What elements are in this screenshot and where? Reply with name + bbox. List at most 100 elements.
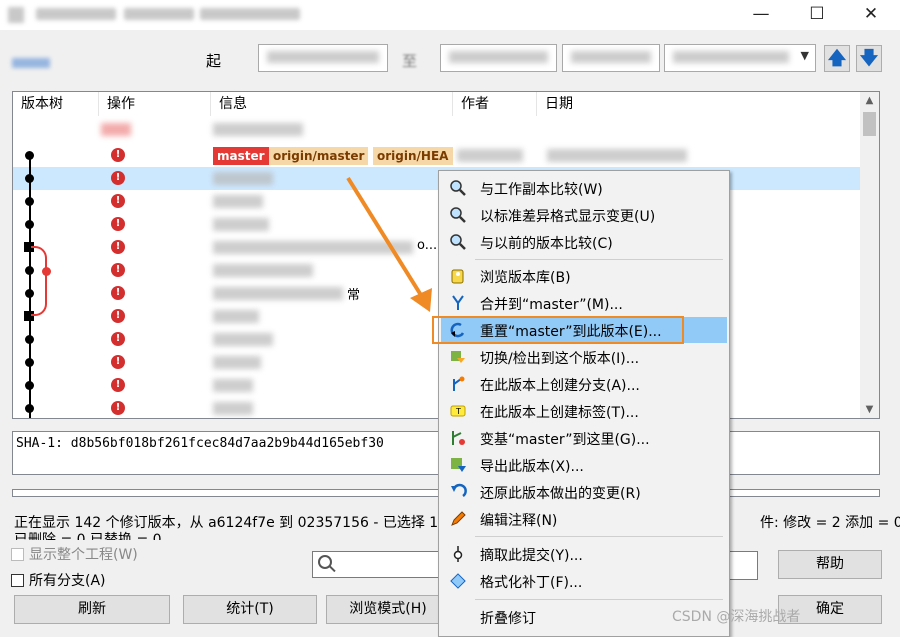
- graph-branch-node: [42, 267, 51, 276]
- context-menu: 与工作副本比较(W) 以标准差异格式显示变更(U) 与以前的版本比较(C) 浏览…: [438, 170, 730, 637]
- status-changes: 件: 修改 = 2 添加 = 0: [760, 515, 900, 531]
- column-date[interactable]: 日期: [537, 92, 861, 116]
- remote-head-tag: origin/HEA: [373, 147, 453, 165]
- column-author[interactable]: 作者: [453, 92, 537, 116]
- menu-item-compare-working-copy[interactable]: 与工作副本比较(W): [441, 175, 727, 201]
- chevron-down-icon: ▼: [800, 49, 809, 62]
- filter-label-blurred: [12, 58, 50, 68]
- svg-text:T: T: [455, 407, 461, 416]
- highlight-box: [432, 316, 684, 344]
- graph-node: [25, 197, 34, 206]
- graph-node: [25, 335, 34, 344]
- menu-item-edit-notes[interactable]: 编辑注释(N): [441, 506, 727, 532]
- to-label: 至: [402, 52, 418, 70]
- graph-node: [25, 381, 34, 390]
- menu-item-create-branch[interactable]: 在此版本上创建分支(A)...: [441, 371, 727, 397]
- graph-node: [25, 404, 34, 413]
- branch-tag: master: [213, 147, 269, 165]
- patch-icon: [450, 573, 466, 589]
- menu-item-merge[interactable]: 合并到“master”(M)...: [441, 290, 727, 316]
- menu-item-cherry-pick[interactable]: 摘取此提交(Y)...: [441, 541, 727, 567]
- sha-text: SHA-1: d8b56bf018bf261fcec84d7aa2b9b44d1…: [16, 436, 384, 451]
- date-filter-field[interactable]: [728, 551, 758, 580]
- refresh-button[interactable]: 刷新: [14, 595, 170, 624]
- graph-node: [25, 358, 34, 367]
- graph-node: [25, 174, 34, 183]
- all-branches-checkbox[interactable]: 所有分支(A): [11, 570, 106, 590]
- branch-icon: [453, 376, 465, 391]
- column-message[interactable]: 信息: [211, 92, 453, 116]
- modified-icon: !: [111, 332, 125, 346]
- modified-icon: !: [111, 263, 125, 277]
- close-button[interactable]: ✕: [848, 0, 894, 30]
- scroll-thumb[interactable]: [863, 112, 876, 136]
- tag-icon: T: [450, 405, 466, 417]
- menu-separator: [475, 259, 723, 260]
- menu-separator: [475, 536, 723, 537]
- menu-item-compare-previous[interactable]: 与以前的版本比较(C): [441, 229, 727, 255]
- menu-item-unified-diff[interactable]: 以标准差异格式显示变更(U): [441, 202, 727, 228]
- magnifier-icon: [450, 234, 466, 250]
- from-label: 起: [206, 52, 222, 70]
- modified-icon: !: [111, 148, 125, 162]
- graph-node: [25, 220, 34, 229]
- magnifier-icon: [450, 180, 466, 196]
- modified-icon: !: [111, 240, 125, 254]
- scroll-down-arrow[interactable]: ▼: [860, 401, 879, 418]
- filter-dropdown[interactable]: ▼: [664, 44, 816, 72]
- table-row[interactable]: [13, 118, 861, 141]
- from-date-field[interactable]: [258, 44, 388, 72]
- graph-branch-line: [31, 246, 47, 316]
- modified-icon: !: [111, 355, 125, 369]
- table-row[interactable]: !: [13, 374, 861, 397]
- table-row[interactable]: ! master origin/master origin/HEA: [13, 144, 861, 167]
- browse-mode-button[interactable]: 浏览模式(H): [326, 595, 450, 624]
- revert-icon: [451, 483, 467, 498]
- modified-icon: !: [111, 401, 125, 415]
- column-actions[interactable]: 操作: [99, 92, 211, 116]
- rebase-icon: [452, 431, 465, 445]
- annotation-arrow: [346, 176, 432, 312]
- help-button[interactable]: 帮助: [778, 550, 882, 579]
- menu-item-switch-checkout[interactable]: 切换/检出到这个版本(I)...: [441, 344, 727, 370]
- menu-item-create-tag[interactable]: T 在此版本上创建标签(T)...: [441, 398, 727, 424]
- filter-toolbar: 起 至 ▼: [0, 30, 900, 88]
- app-icon: [8, 7, 24, 23]
- title-bar: — ☐ ✕: [0, 0, 900, 30]
- menu-item-export[interactable]: 导出此版本(X)...: [441, 452, 727, 478]
- maximize-button[interactable]: ☐: [794, 0, 840, 30]
- cherry-pick-icon: [453, 546, 463, 562]
- modified-icon: !: [111, 286, 125, 300]
- next-button[interactable]: 🡇: [856, 45, 882, 72]
- repo-browser-icon: [451, 269, 464, 284]
- menu-item-browse-repo[interactable]: 浏览版本库(B): [441, 263, 727, 289]
- modified-icon: !: [111, 217, 125, 231]
- menu-item-rebase[interactable]: 变基“master”到这里(G)...: [441, 425, 727, 451]
- search-icon: [318, 555, 332, 569]
- menu-separator: [475, 599, 723, 600]
- column-graph[interactable]: 版本树: [13, 92, 99, 116]
- watermark: CSDN @深海挑战者: [672, 609, 801, 625]
- search-input[interactable]: [312, 551, 442, 578]
- modified-icon: !: [111, 309, 125, 323]
- menu-item-format-patch[interactable]: 格式化补丁(F)...: [441, 568, 727, 594]
- statistics-button[interactable]: 统计(T): [183, 595, 317, 624]
- to-date-field[interactable]: [440, 44, 557, 72]
- magnifier-icon: [450, 207, 466, 223]
- switch-icon: [451, 351, 465, 363]
- edit-icon: [451, 511, 466, 526]
- table-row[interactable]: !: [13, 351, 861, 374]
- export-icon: [451, 458, 466, 472]
- modified-icon: !: [111, 378, 125, 392]
- log-scrollbar[interactable]: ▲ ▼: [860, 92, 879, 418]
- menu-item-revert[interactable]: 还原此版本做出的变更(R): [441, 479, 727, 505]
- graph-node: [25, 151, 34, 160]
- scroll-up-arrow[interactable]: ▲: [860, 92, 879, 109]
- table-row[interactable]: !: [13, 397, 861, 418]
- show-whole-project-checkbox[interactable]: 显示整个工程(W): [11, 544, 138, 564]
- previous-button[interactable]: 🡅: [824, 45, 850, 72]
- search-field[interactable]: [562, 44, 660, 72]
- status-summary-line2: 已删除 = 0 已替换 = 0: [14, 532, 162, 540]
- minimize-button[interactable]: —: [738, 0, 784, 30]
- modified-icon: !: [111, 194, 125, 208]
